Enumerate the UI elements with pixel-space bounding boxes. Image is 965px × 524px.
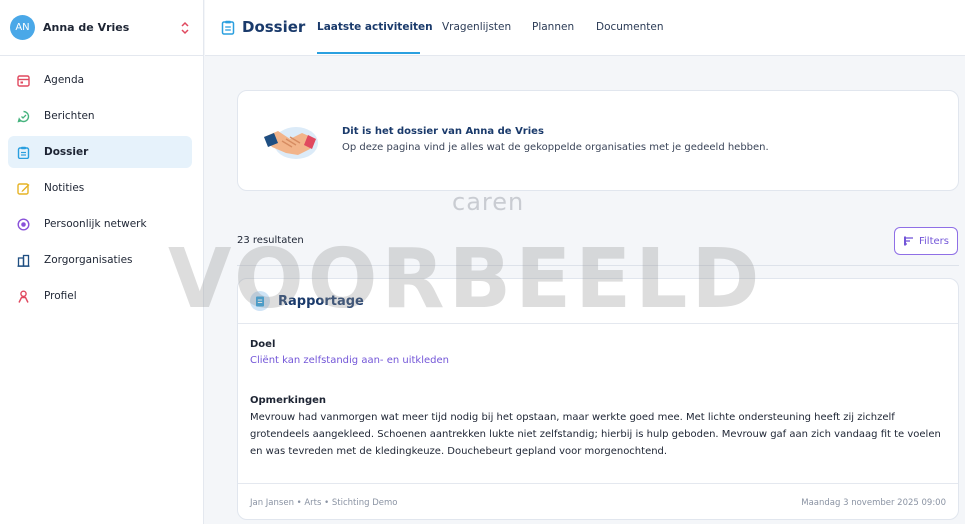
report-card: Rapportage Doel Cliënt kan zelfstandig a…: [237, 278, 959, 520]
clipboard-icon: [16, 145, 30, 159]
network-icon: [16, 217, 30, 231]
sidebar-item-agenda[interactable]: Agenda: [8, 64, 192, 96]
filters-label: Filters: [919, 235, 949, 247]
sidebar-item-berichten[interactable]: Berichten: [8, 100, 192, 132]
top-bar: Dossier Laatste activiteiten Vragenlijst…: [205, 0, 965, 56]
goal-label: Doel: [250, 339, 276, 350]
sidebar-item-dossier[interactable]: Dossier: [8, 136, 192, 168]
sidebar-item-persoonlijk-netwerk[interactable]: Persoonlijk netwerk: [8, 208, 192, 240]
clipboard-icon: [221, 20, 235, 35]
report-author: Jan Jansen • Arts • Stichting Demo: [250, 498, 398, 508]
sidebar-nav: Agenda Berichten Dossier Notities Persoo…: [8, 64, 192, 316]
user-name: Anna de Vries: [43, 21, 130, 34]
results-count: 23 resultaten: [237, 235, 304, 246]
sidebar-item-notities[interactable]: Notities: [8, 172, 192, 204]
remarks-text: Mevrouw had vanmorgen wat meer tijd nodi…: [250, 412, 941, 457]
sidebar-item-label: Notities: [44, 182, 85, 194]
sidebar: AN Anna de Vries Agenda Berichten Dossie…: [0, 0, 204, 524]
sidebar-item-label: Dossier: [44, 146, 89, 158]
person-icon: [16, 289, 30, 303]
goal-link[interactable]: Cliënt kan zelfstandig aan- en uitkleden: [250, 355, 449, 366]
report-date: Maandag 3 november 2025 09:00: [801, 498, 946, 508]
sidebar-item-label: Persoonlijk netwerk: [44, 218, 147, 230]
chevron-up-down-icon: [181, 21, 189, 35]
footer-divider: [238, 483, 958, 484]
filter-icon: [904, 236, 913, 246]
sidebar-item-zorgorganisaties[interactable]: Zorgorganisaties: [8, 244, 192, 276]
sidebar-item-label: Zorgorganisaties: [44, 254, 133, 266]
calendar-icon: [16, 73, 30, 87]
caren-watermark: caren: [452, 188, 525, 216]
report-title: Rapportage: [278, 293, 364, 309]
sidebar-item-label: Agenda: [44, 74, 85, 86]
report-header[interactable]: Rapportage: [238, 279, 958, 324]
divider: [237, 265, 959, 266]
tab-documenten[interactable]: Documenten: [596, 21, 664, 33]
tab-plannen[interactable]: Plannen: [532, 21, 574, 33]
user-switcher[interactable]: AN Anna de Vries: [0, 0, 204, 56]
note-icon: [16, 181, 30, 195]
avatar: AN: [10, 15, 35, 40]
page-title-text: Dossier: [242, 18, 306, 36]
intro-title: Dit is het dossier van Anna de Vries: [342, 126, 544, 137]
page-title: Dossier: [221, 18, 305, 36]
sidebar-item-label: Profiel: [44, 290, 77, 302]
filters-button[interactable]: Filters: [894, 227, 958, 255]
tab-laatste-activiteiten[interactable]: Laatste activiteiten: [317, 21, 433, 33]
active-tab-indicator: [317, 52, 420, 54]
dossier-intro-card: Dit is het dossier van Anna de Vries Op …: [237, 90, 959, 191]
document-icon: [250, 291, 270, 311]
sidebar-item-profiel[interactable]: Profiel: [8, 280, 192, 312]
sidebar-item-label: Berichten: [44, 110, 95, 122]
chat-icon: [16, 109, 30, 123]
remarks-label: Opmerkingen: [250, 395, 327, 406]
handshake-illustration: [264, 127, 318, 159]
intro-text: Op deze pagina vind je alles wat de geko…: [342, 142, 769, 153]
tab-vragenlijsten[interactable]: Vragenlijsten: [442, 21, 511, 33]
building-icon: [16, 253, 30, 267]
